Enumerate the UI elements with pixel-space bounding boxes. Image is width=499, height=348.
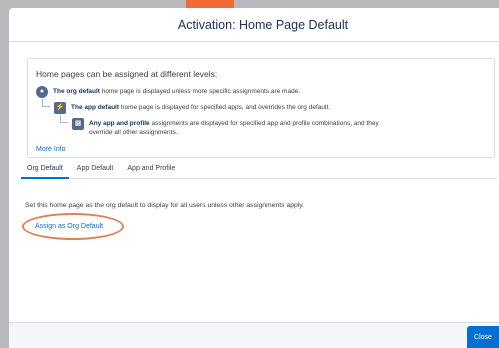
level-bold: Any app and profile <box>89 120 150 127</box>
info-intro: Home pages can be assigned at different … <box>36 69 218 79</box>
tab-app-default[interactable]: App Default <box>71 159 120 179</box>
top-accent-bar <box>186 0 234 8</box>
hierarchy-connector <box>60 115 68 123</box>
modal-title: Activation: Home Page Default <box>177 17 349 32</box>
tab-app-and-profile[interactable]: App and Profile <box>121 159 181 179</box>
modal-footer <box>9 322 499 348</box>
org-icon: ● <box>36 86 48 98</box>
level-app-default: ⚡ The app default home page is displayed… <box>54 102 331 114</box>
profile-icon: ▩ <box>72 118 84 130</box>
more-info-link[interactable]: More Info <box>36 146 66 153</box>
level-org-default: ● The org default home page is displayed… <box>36 86 301 98</box>
assign-org-default-link[interactable]: Assign as Org Default <box>35 223 103 230</box>
level-app-profile: ▩ Any app and profile assignments are di… <box>72 118 399 137</box>
close-button[interactable]: Close <box>467 326 499 348</box>
level-text: home page is displayed unless more speci… <box>99 88 301 95</box>
hierarchy-connector <box>42 99 50 107</box>
level-text: home page is displayed for specified app… <box>119 104 331 111</box>
modal-header: Activation: Home Page Default <box>9 8 499 42</box>
org-default-description: Set this home page as the org default to… <box>25 202 305 209</box>
tab-bar: Org Default App Default App and Profile <box>21 159 497 179</box>
activation-modal: Activation: Home Page Default Home pages… <box>9 8 499 348</box>
level-bold: The org default <box>53 88 100 95</box>
app-lightning-icon: ⚡ <box>54 102 66 114</box>
level-bold: The app default <box>71 104 120 111</box>
tab-org-default[interactable]: Org Default <box>21 159 69 179</box>
info-box: Home pages can be assigned at different … <box>27 58 495 158</box>
